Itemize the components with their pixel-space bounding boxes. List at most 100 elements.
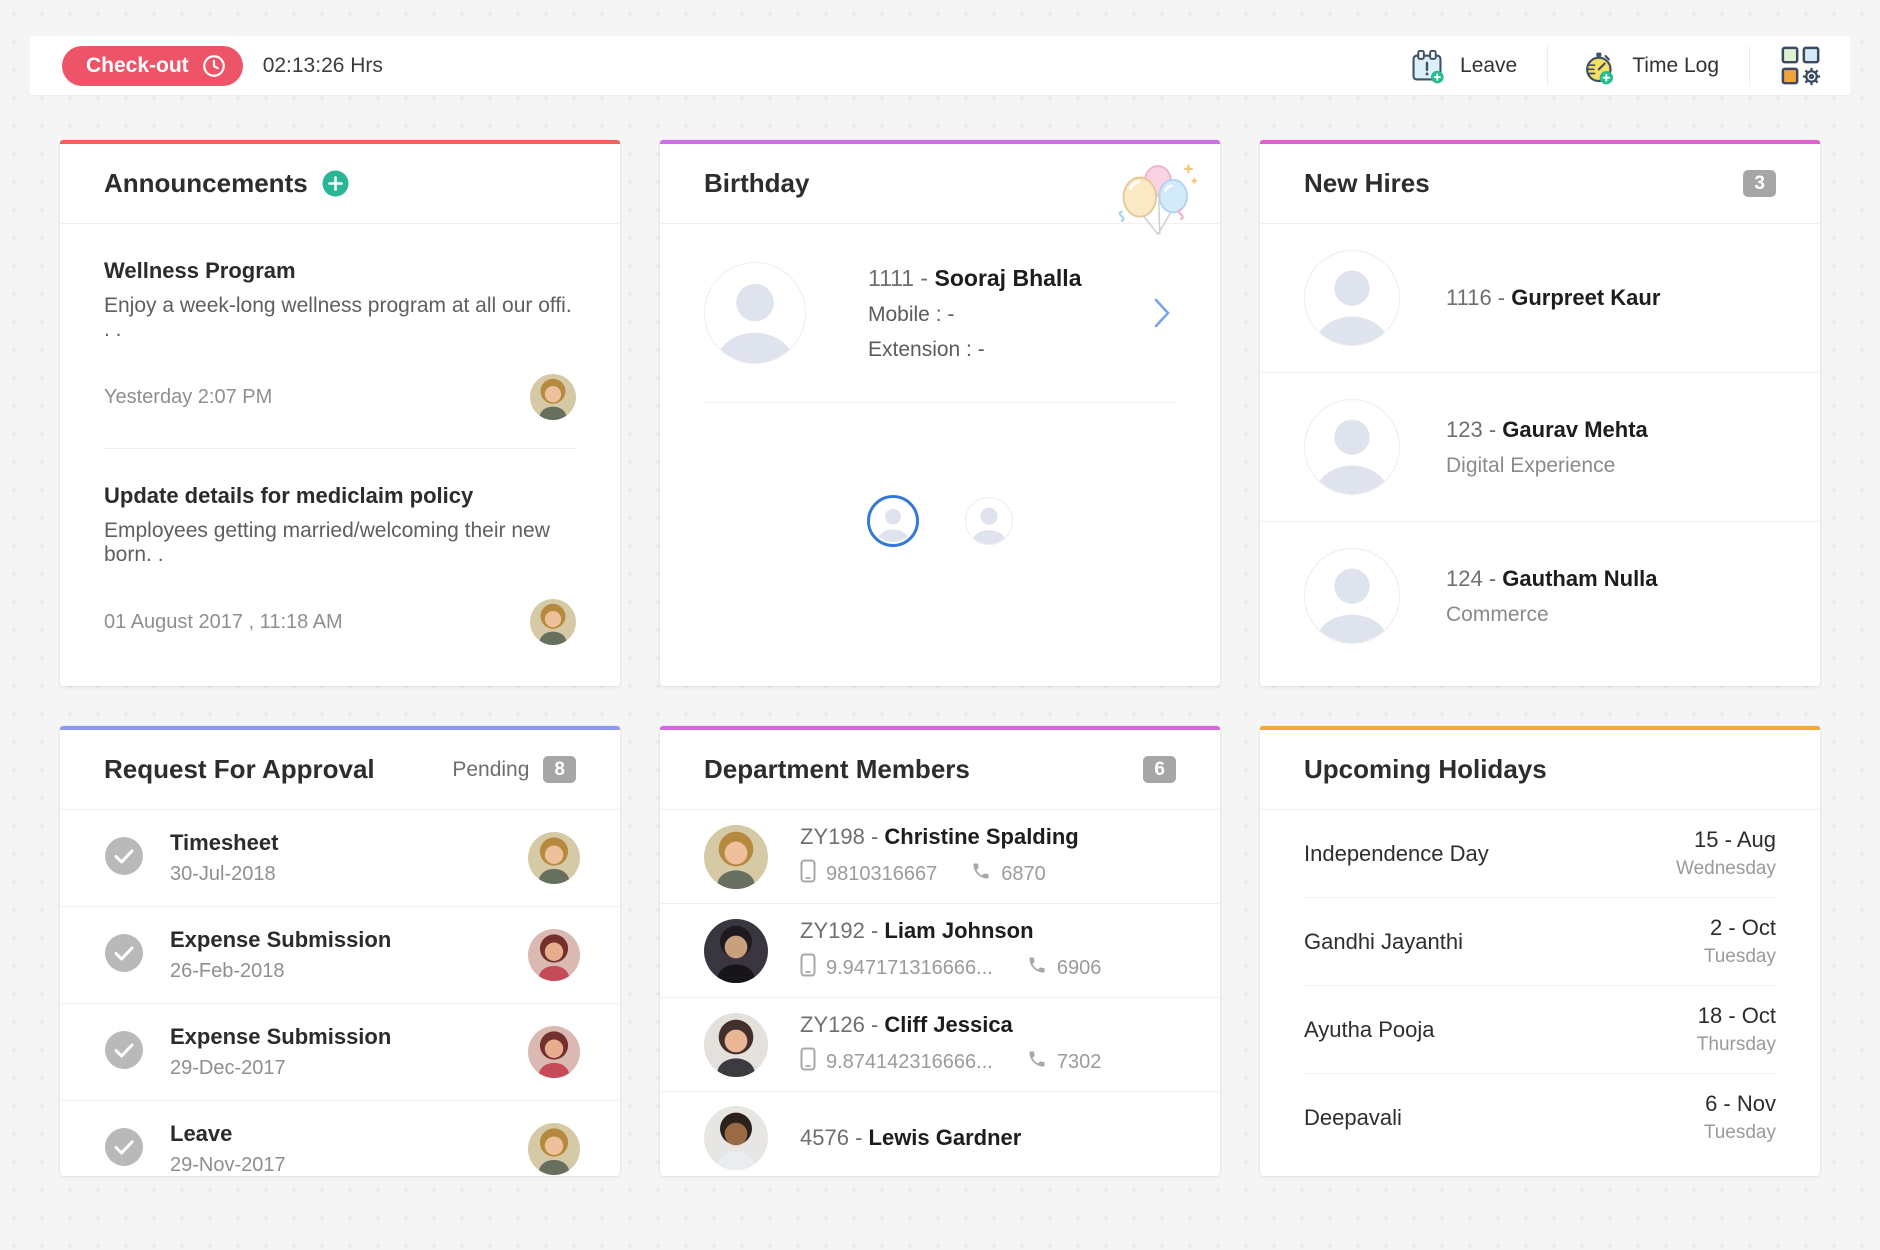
announcement-time: 01 August 2017 , 11:18 AM — [104, 611, 343, 634]
holiday-name: Deepavali — [1304, 1105, 1402, 1131]
separator: - — [1483, 566, 1503, 591]
new-hire-row[interactable]: 123 - Gaurav Mehta Digital Experience — [1260, 373, 1820, 522]
member-id: ZY198 — [800, 824, 865, 849]
member-extension: 6906 — [1057, 957, 1102, 980]
announcements-header: Announcements — [60, 144, 620, 224]
avatar — [704, 919, 768, 983]
separator: - — [865, 918, 885, 943]
avatar — [528, 1123, 580, 1175]
holiday-date: 15 - Aug — [1676, 827, 1776, 853]
widgets-grid-icon[interactable] — [1780, 45, 1822, 87]
new-hire-row[interactable]: 1116 - Gurpreet Kaur — [1260, 224, 1820, 373]
count-badge: 6 — [1143, 756, 1176, 783]
stopwatch-icon — [1578, 46, 1618, 86]
carousel-avatar[interactable] — [965, 497, 1013, 545]
holiday-day: Thursday — [1697, 1034, 1776, 1056]
check-circle-icon — [104, 836, 144, 881]
approval-row[interactable]: Expense Submission 29-Dec-2017 — [60, 1004, 620, 1101]
member-extension: 7302 — [1057, 1051, 1102, 1074]
add-announcement-icon[interactable] — [322, 170, 349, 197]
member-extension: 6870 — [1001, 863, 1046, 886]
checkout-button[interactable]: Check-out — [62, 46, 243, 86]
employee-id: 1116 — [1446, 285, 1492, 310]
member-name: Cliff Jessica — [884, 1012, 1012, 1037]
holiday-day: Tuesday — [1704, 946, 1776, 968]
announcement-time: Yesterday 2:07 PM — [104, 386, 272, 409]
employee-id: 123 — [1446, 417, 1483, 442]
approvals-title: Request For Approval — [104, 754, 375, 785]
employee-department: Digital Experience — [1446, 454, 1648, 478]
topbar-divider — [1749, 46, 1750, 86]
checkout-label: Check-out — [86, 54, 189, 78]
separator: - — [1483, 417, 1503, 442]
count-badge: 3 — [1743, 170, 1776, 197]
avatar-placeholder — [1304, 548, 1400, 644]
announcement-title: Wellness Program — [104, 258, 576, 284]
approval-date: 29-Dec-2017 — [170, 1057, 391, 1080]
member-name: Liam Johnson — [884, 918, 1033, 943]
employee-name: Gaurav Mehta — [1502, 417, 1648, 442]
approval-row[interactable]: Expense Submission 26-Feb-2018 — [60, 907, 620, 1004]
department-members-title: Department Members — [704, 754, 970, 785]
member-row[interactable]: ZY198 - Christine Spalding 9810316667 68… — [660, 810, 1220, 904]
holidays-header: Upcoming Holidays — [1260, 730, 1820, 810]
member-row[interactable]: 4576 - Lewis Gardner — [660, 1092, 1220, 1176]
holidays-card: Upcoming Holidays Independence Day 15 - … — [1260, 726, 1820, 1176]
birthday-carousel — [660, 495, 1220, 547]
avatar — [704, 1013, 768, 1077]
dashboard-grid: Announcements Wellness Program Enjoy a w… — [60, 140, 1820, 1176]
leave-button[interactable]: Leave — [1408, 47, 1517, 85]
avatar — [528, 929, 580, 981]
holiday-date: 2 - Oct — [1704, 915, 1776, 941]
approval-type: Leave — [170, 1121, 286, 1147]
mobile-icon — [800, 1047, 816, 1077]
extension-line: Extension : - — [868, 338, 1081, 362]
pending-count-badge: 8 — [543, 756, 576, 783]
time-log-button[interactable]: Time Log — [1578, 46, 1719, 86]
avatar — [528, 832, 580, 884]
member-row[interactable]: ZY192 - Liam Johnson 9.947171316666... 6… — [660, 904, 1220, 998]
holiday-day: Wednesday — [1676, 858, 1776, 880]
holiday-name: Independence Day — [1304, 841, 1489, 867]
member-mobile: 9810316667 — [826, 863, 937, 886]
new-hire-row[interactable]: 124 - Gautham Nulla Commerce — [1260, 522, 1820, 670]
phone-icon — [1027, 955, 1047, 981]
announcement-title: Update details for mediclaim policy — [104, 483, 576, 509]
approval-date: 29-Nov-2017 — [170, 1154, 286, 1176]
phone-icon — [1027, 1049, 1047, 1075]
employee-id: 1111 — [868, 265, 914, 291]
approval-type: Expense Submission — [170, 1024, 391, 1050]
phone-icon — [971, 861, 991, 887]
separator: - — [865, 1012, 885, 1037]
approvals-header: Request For Approval Pending 8 — [60, 730, 620, 810]
leave-calendar-icon — [1408, 47, 1446, 85]
avatar-placeholder — [704, 262, 806, 364]
approvals-card: Request For Approval Pending 8 Timesheet… — [60, 726, 620, 1176]
separator: - — [865, 824, 885, 849]
carousel-avatar-selected[interactable] — [867, 495, 919, 547]
announcement-description: Enjoy a week-long wellness program at al… — [104, 294, 576, 342]
birthday-title: Birthday — [704, 168, 809, 199]
avatar — [530, 599, 576, 645]
employee-name: Gurpreet Kaur — [1511, 285, 1660, 310]
member-row[interactable]: ZY126 - Cliff Jessica 9.874142316666... … — [660, 998, 1220, 1092]
mobile-icon — [800, 859, 816, 889]
holiday-row: Ayutha Pooja 18 - Oct Thursday — [1304, 986, 1776, 1074]
mobile-line: Mobile : - — [868, 303, 1081, 327]
approval-row[interactable]: Leave 29-Nov-2017 — [60, 1101, 620, 1176]
holiday-name: Gandhi Jayanthi — [1304, 929, 1463, 955]
mobile-icon — [800, 953, 816, 983]
check-circle-icon — [104, 1030, 144, 1075]
approval-type: Timesheet — [170, 830, 278, 856]
avatar — [704, 1106, 768, 1170]
member-id: 4576 — [800, 1125, 849, 1150]
chevron-right-icon[interactable] — [1148, 292, 1176, 334]
approval-row[interactable]: Timesheet 30-Jul-2018 — [60, 810, 620, 907]
approval-date: 26-Feb-2018 — [170, 960, 391, 983]
announcement-item[interactable]: Wellness Program Enjoy a week-long welln… — [104, 224, 576, 449]
new-hires-title: New Hires — [1304, 168, 1430, 199]
announcement-item[interactable]: Update details for mediclaim policy Empl… — [104, 449, 576, 673]
member-id: ZY126 — [800, 1012, 865, 1037]
employee-name: Gautham Nulla — [1502, 566, 1657, 591]
birthday-person-row: 1111 - Sooraj Bhalla Mobile : - Extensio… — [704, 224, 1176, 403]
